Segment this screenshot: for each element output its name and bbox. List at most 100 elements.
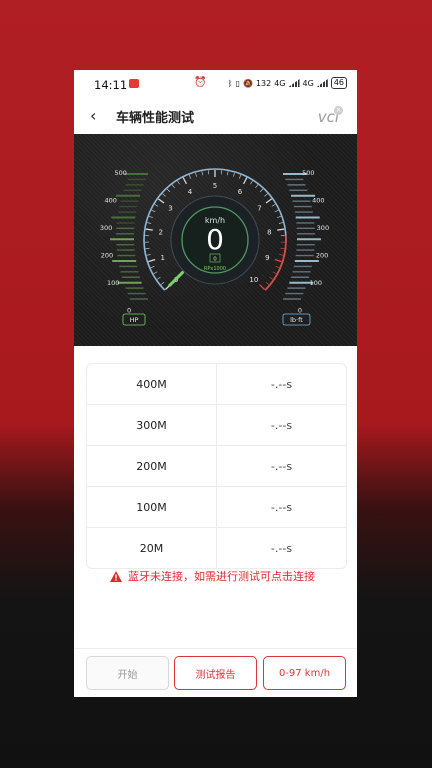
rpm-tick [166,188,171,193]
hp-tick-label: 0 [127,307,131,315]
rpm-tick [277,228,285,231]
speed-value: 0 [206,223,224,256]
rpm-tick [275,265,280,269]
rpm-label: 9 [265,254,269,262]
rpm-tick [201,171,203,176]
warning-icon [110,570,122,582]
distance-cell: 100M [136,500,167,514]
signal-icon [288,79,300,87]
torque-tick-label: 0 [298,307,302,315]
hp-tick-label: 100 [107,279,119,287]
rpm-tick [272,271,277,274]
rpm-tick [250,180,253,185]
rpm-tick [259,284,265,290]
rpm-tick [278,222,283,224]
bluetooth-icon: ᛒ [227,78,233,88]
rpm-tick [171,184,175,189]
rpm-tick [279,254,284,256]
rpm-tick [177,180,180,185]
mute-icon: 🔕 [242,78,253,88]
time-cell: -.--s [216,405,346,445]
rpm-label: 10 [249,276,258,284]
rpm-label: 2 [158,228,162,236]
notification-app-icon [129,79,139,88]
time-cell: -.--s [216,364,346,404]
rpm-tick [274,258,282,263]
rpm-tick [264,193,268,197]
rpm-tick [145,228,153,231]
rpm-tick [151,209,156,213]
rpm-tick [243,177,248,185]
network-type: 4G [274,78,286,88]
table-row: 20M -.--s [87,528,346,568]
rpm-tick [188,174,191,179]
distance-cell: 300M [136,418,167,432]
status-time: 14:11 [94,78,128,92]
torque-tick-label: 200 [316,252,328,260]
torque-tick-label: 100 [310,279,322,287]
rpm-tick [274,209,279,213]
battery-icon: 46 [330,77,347,89]
rpm-tick [154,204,159,207]
rpm-tick [150,265,155,269]
rpm-tick [227,171,229,176]
distance-cell: 200M [136,459,167,473]
bluetooth-warning[interactable]: 蓝牙未连接，如需进行测试可点击连接 [110,568,315,584]
rpm-label: 1 [160,254,164,262]
torque-tick-label: 400 [312,197,324,205]
rpm-tick [146,254,151,256]
speed-range-button[interactable]: 0-97 km/h [263,656,346,690]
hp-tick-label: 300 [100,224,112,232]
rpm-tick [271,204,276,207]
rpm-tick [153,271,158,274]
rpm-tick [233,172,235,177]
torque-label: lb·ft [290,316,303,324]
rpm-tick [276,216,281,218]
distance-cell: 20M [139,541,164,555]
torque-tick-label: 300 [317,224,329,232]
hp-tick-label: 400 [104,197,116,205]
rpm-tick [182,177,187,185]
rpm-label: 4 [188,188,193,196]
test-report-button[interactable]: 测试报告 [174,656,257,690]
alarm-icon: ⏰ [194,77,207,88]
results-table: 400M -.--s 300M -.--s 200M -.--s 100M -.--s 20M -… [86,363,347,569]
start-button[interactable]: 开始 [86,656,169,690]
back-icon[interactable]: ‹ [90,107,104,125]
table-row: 400M -.--s [87,364,346,405]
warning-text: 蓝牙未连接，如需进行测试可点击连接 [128,570,315,583]
rpm-tick [156,276,161,280]
rpm-label: 6 [238,188,243,196]
rpm-tick [265,198,273,204]
rpm-label: 7 [257,205,261,213]
rpm-tick [239,174,242,179]
rpm-tick [195,172,197,177]
rpm-label: 8 [267,228,271,236]
signal-icon-2 [316,79,328,87]
app-header: ‹ 车辆性能测试 vci × [74,98,357,134]
time-cell: -.--s [216,528,346,568]
rpm-tick [162,193,166,197]
network-type-2: 4G [302,78,314,88]
rpm-tick [148,258,156,263]
hp-label: HP [130,316,139,324]
rpm-tick [280,247,285,250]
rpm-tick [269,276,274,280]
gauge-cluster: 012345678910km/h00RPx1000500400300200100… [100,168,329,326]
vci-disconnected-icon: × [334,106,343,115]
status-bar: 14:11 ⏰ ᛒ ▯ 🔕 132 4G 4G 46 [74,70,357,98]
rpm-tick [255,184,259,189]
torque-tick-label: 500 [302,169,314,177]
hp-tick-label: 200 [101,252,113,260]
rpm-tick [160,281,165,285]
hp-tick-label: 500 [114,169,126,177]
network-speed: 132 [255,78,272,88]
rpm-value: 0 [213,257,217,263]
rpm-tick [259,188,264,193]
rpm-unit-label: RPx1000 [204,266,226,272]
rpm-tick [157,198,165,204]
page-title: 车辆性能测试 [116,111,195,126]
action-bar: 开始 测试报告 0-97 km/h [74,648,357,697]
table-row: 100M -.--s [87,487,346,528]
rpm-tick [145,247,150,250]
